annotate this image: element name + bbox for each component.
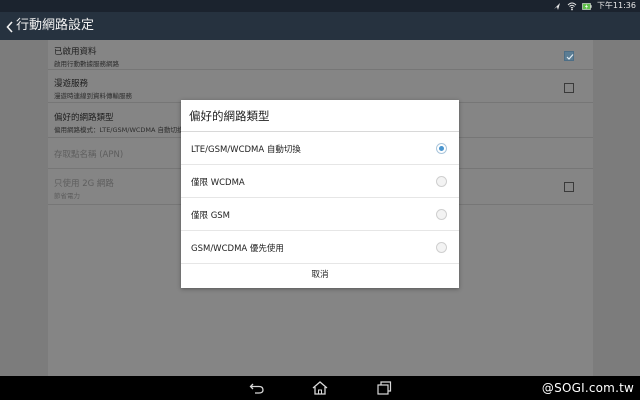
- pref-title: 漫遊服務: [54, 79, 89, 89]
- radio-button-selected[interactable]: [436, 143, 447, 154]
- status-time: 下午11:36: [596, 1, 636, 10]
- cancel-button[interactable]: 取消: [181, 263, 459, 288]
- recent-apps-icon[interactable]: [375, 380, 393, 396]
- back-arrow-icon[interactable]: [5, 19, 15, 33]
- pref-subtitle: 偏用網路模式：LTE/GSM/WCDMA 自動切換: [54, 126, 184, 134]
- pref-title: 已啟用資料: [54, 47, 97, 57]
- network-type-dialog: 偏好的網路類型 LTE/GSM/WCDMA 自動切換 僅限 WCDMA 僅限 G…: [181, 100, 459, 288]
- action-bar: 行動網路設定: [0, 12, 640, 40]
- radio-button[interactable]: [436, 209, 447, 220]
- pref-subtitle: 漫遊時連線到資料傳輸服務: [54, 92, 132, 100]
- pref-subtitle: 節省電力: [54, 192, 80, 200]
- data-enabled-checkbox[interactable]: [564, 51, 574, 61]
- pref-subtitle: 啟用行動數據服務網路: [54, 60, 119, 68]
- option-lte-auto[interactable]: LTE/GSM/WCDMA 自動切換: [181, 132, 459, 165]
- pref-title: 存取點名稱 (APN): [54, 150, 124, 160]
- option-wcdma-only[interactable]: 僅限 WCDMA: [181, 165, 459, 198]
- status-bar: 下午11:36: [0, 0, 640, 12]
- dialog-title: 偏好的網路類型: [189, 109, 270, 123]
- option-label: GSM/WCDMA 優先使用: [191, 244, 284, 254]
- navigation-bar: @SOGI.com.tw: [0, 376, 640, 400]
- option-label: 僅限 GSM: [191, 211, 231, 221]
- 2g-only-checkbox[interactable]: [564, 182, 574, 192]
- home-nav-icon[interactable]: [311, 380, 329, 396]
- wifi-icon: [567, 2, 577, 11]
- pref-roaming[interactable]: 漫遊服務 漫遊時連線到資料傳輸服務: [48, 70, 593, 103]
- option-gsm-wcdma-preferred[interactable]: GSM/WCDMA 優先使用: [181, 231, 459, 264]
- roaming-checkbox[interactable]: [564, 83, 574, 93]
- status-icons: 下午11:36: [552, 1, 636, 11]
- page-title[interactable]: 行動網路設定: [16, 17, 94, 34]
- pref-title: 偏好的網路類型: [54, 113, 114, 123]
- option-gsm-only[interactable]: 僅限 GSM: [181, 198, 459, 231]
- notification-icon: [552, 2, 562, 11]
- pref-title: 只使用 2G 網路: [54, 179, 114, 189]
- radio-button[interactable]: [436, 242, 447, 253]
- back-nav-icon[interactable]: [248, 380, 266, 396]
- option-label: LTE/GSM/WCDMA 自動切換: [191, 145, 301, 155]
- option-label: 僅限 WCDMA: [191, 178, 245, 188]
- watermark: @SOGI.com.tw: [541, 381, 634, 395]
- pref-data-enabled[interactable]: 已啟用資料 啟用行動數據服務網路: [48, 40, 593, 70]
- radio-button[interactable]: [436, 176, 447, 187]
- battery-charging-icon: [582, 2, 592, 11]
